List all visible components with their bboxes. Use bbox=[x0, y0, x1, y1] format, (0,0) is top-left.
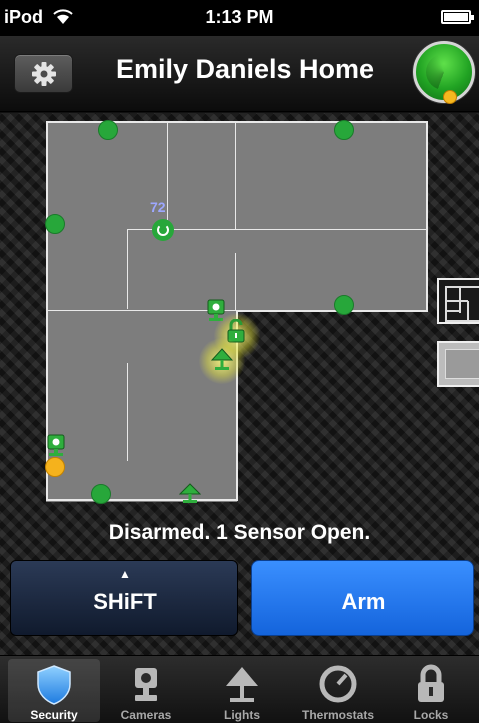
gear-icon bbox=[32, 62, 56, 86]
chevron-up-icon: ▲ bbox=[119, 567, 131, 581]
thermostat-icon bbox=[319, 665, 357, 703]
tab-label: Security bbox=[30, 708, 78, 722]
tab-thermostats[interactable]: Thermostats bbox=[292, 659, 384, 722]
multi-floor-view-button[interactable] bbox=[437, 278, 479, 324]
window-sensor[interactable] bbox=[45, 214, 65, 234]
single-floor-view-button[interactable] bbox=[437, 341, 479, 387]
wall bbox=[235, 122, 236, 230]
wall bbox=[127, 229, 128, 309]
lamp-icon[interactable] bbox=[179, 482, 201, 504]
wall bbox=[426, 121, 428, 311]
door-sensor[interactable] bbox=[334, 120, 354, 140]
tab-label: Locks bbox=[413, 708, 449, 722]
wall bbox=[46, 499, 238, 501]
open-sensor[interactable] bbox=[45, 457, 65, 477]
shift-label: SHiFT bbox=[93, 589, 157, 614]
camera-icon[interactable] bbox=[46, 434, 66, 458]
lamp-icon[interactable] bbox=[211, 347, 233, 371]
thermostat-icon[interactable] bbox=[152, 219, 174, 241]
door-sensor[interactable] bbox=[98, 120, 118, 140]
tab-bar: Security Cameras Lights Thermostats Lock… bbox=[0, 655, 479, 723]
lamp-icon bbox=[226, 667, 258, 702]
arm-label: Arm bbox=[341, 589, 386, 614]
tab-label: Lights bbox=[224, 708, 260, 722]
shift-button[interactable]: ▲ SHiFT bbox=[10, 560, 238, 636]
main-area: 72 Disarmed. 1 Sensor Open. ▲ SHiFT Arm bbox=[0, 113, 479, 655]
temperature-readout: 72 bbox=[150, 199, 166, 215]
system-status-indicator[interactable] bbox=[413, 41, 475, 104]
camera-icon bbox=[135, 668, 157, 701]
tab-label: Cameras bbox=[120, 708, 172, 722]
tab-lights[interactable]: Lights bbox=[196, 659, 288, 722]
room-lower bbox=[46, 303, 237, 502]
wall bbox=[127, 363, 128, 461]
settings-button[interactable] bbox=[14, 54, 73, 93]
tab-label: Thermostats bbox=[301, 708, 375, 722]
tab-locks[interactable]: Locks bbox=[385, 659, 477, 722]
shield-icon bbox=[37, 665, 71, 705]
lock-icon bbox=[418, 664, 444, 702]
alarm-status-message: Disarmed. 1 Sensor Open. bbox=[108, 521, 371, 544]
room-upper bbox=[46, 122, 427, 312]
wall bbox=[236, 310, 428, 312]
status-bar: iPod 1:13 PM bbox=[0, 0, 479, 36]
wall bbox=[235, 253, 236, 311]
radar-sweep bbox=[426, 54, 462, 90]
nav-bar: Emily Daniels Home bbox=[0, 36, 479, 112]
alert-dot bbox=[443, 90, 457, 104]
door-sensor[interactable] bbox=[91, 484, 111, 504]
tab-cameras[interactable]: Cameras bbox=[100, 659, 192, 722]
floor-plan[interactable]: 72 bbox=[0, 113, 479, 513]
battery-icon bbox=[441, 10, 474, 24]
motion-sensor[interactable] bbox=[334, 295, 354, 315]
tab-security[interactable]: Security bbox=[8, 659, 100, 722]
page-title: Emily Daniels Home bbox=[115, 54, 375, 84]
wall bbox=[167, 122, 168, 220]
clock: 1:13 PM bbox=[205, 7, 274, 27]
floor-plan-icon bbox=[445, 286, 479, 322]
arm-button[interactable]: Arm bbox=[251, 560, 474, 636]
